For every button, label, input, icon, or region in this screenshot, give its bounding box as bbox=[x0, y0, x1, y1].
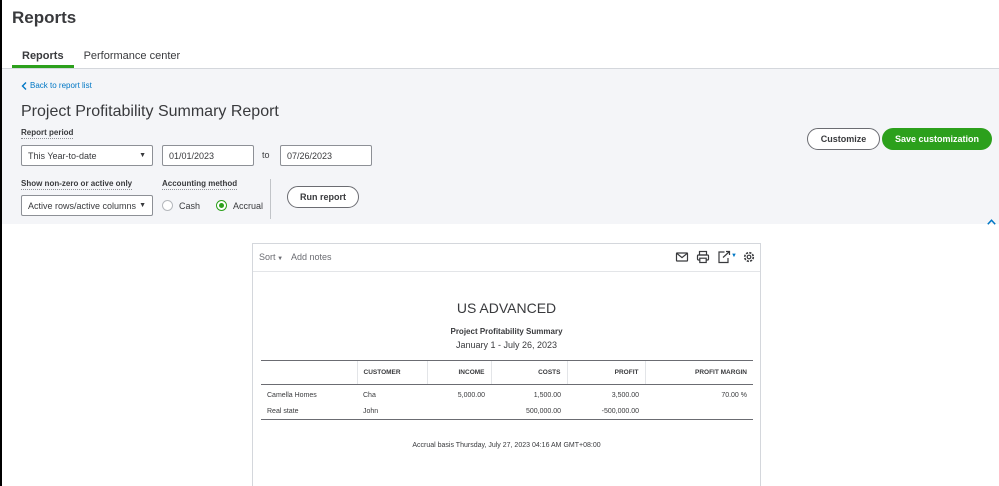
accrual-radio[interactable] bbox=[216, 200, 228, 211]
accounting-method-group: Cash Accrual bbox=[162, 200, 263, 211]
table-row: Real state John 500,000.00 -500,000.00 bbox=[261, 403, 753, 420]
table-header-row: CUSTOMER INCOME COSTS PROFIT PROFIT MARG… bbox=[261, 360, 753, 385]
caret-down-icon: ▼ bbox=[275, 256, 284, 262]
row-customer: John bbox=[357, 403, 427, 420]
column-header-profit[interactable]: PROFIT bbox=[566, 360, 645, 385]
column-header-income[interactable]: INCOME bbox=[426, 360, 491, 385]
caret-down-icon: ▼ bbox=[139, 202, 146, 209]
back-to-report-list-link[interactable]: Back to report list bbox=[21, 81, 92, 90]
chevron-up-icon bbox=[986, 219, 996, 225]
row-profit-margin: 70.00 % bbox=[721, 392, 747, 400]
column-header bbox=[261, 360, 357, 385]
table-row: Camella Homes Cha 5,000.00 1,500.00 3,50… bbox=[261, 385, 753, 404]
row-profit: 3,500.00 bbox=[611, 392, 639, 400]
sort-label: Sort bbox=[259, 252, 276, 262]
row-profit: -500,000.00 bbox=[567, 403, 645, 420]
report-card: Sort ▼ Add notes ▼ US ADVANCED Project P… bbox=[252, 243, 761, 486]
column-header-profit-margin[interactable]: PROFIT MARGIN bbox=[644, 360, 753, 385]
show-non-zero-label: Show non-zero or active only bbox=[21, 179, 133, 190]
chevron-left-icon bbox=[21, 81, 27, 90]
cash-radio-label: Cash bbox=[179, 200, 201, 211]
report-name: Project Profitability Summary bbox=[450, 327, 563, 336]
tab-performance-center[interactable]: Performance center bbox=[74, 44, 191, 68]
cash-radio[interactable] bbox=[162, 200, 173, 211]
start-date-input[interactable]: 01/01/2023 bbox=[162, 145, 254, 166]
save-customization-button[interactable]: Save customization bbox=[882, 128, 992, 150]
report-period-value: This Year-to-date bbox=[28, 150, 97, 161]
print-icon[interactable] bbox=[696, 250, 710, 264]
report-title: Project Profitability Summary Report bbox=[21, 103, 279, 120]
run-report-button[interactable]: Run report bbox=[287, 186, 359, 208]
export-icon[interactable] bbox=[717, 250, 731, 264]
date-to-label: to bbox=[262, 150, 270, 160]
end-date-input[interactable]: 07/26/2023 bbox=[280, 145, 372, 166]
company-name: US ADVANCED bbox=[456, 300, 557, 316]
collapse-panel-button[interactable] bbox=[984, 215, 998, 229]
customize-button[interactable]: Customize bbox=[807, 128, 880, 150]
caret-down-icon[interactable]: ▼ bbox=[731, 253, 737, 259]
back-link-label: Back to report list bbox=[30, 81, 92, 90]
filter-divider bbox=[270, 179, 271, 219]
add-notes-link[interactable]: Add notes bbox=[291, 252, 332, 262]
report-filter-panel: Back to report list Project Profitabilit… bbox=[2, 69, 999, 225]
row-customer: Cha bbox=[363, 392, 376, 400]
tab-bar: Reports Performance center bbox=[12, 44, 190, 68]
column-header-costs[interactable]: COSTS bbox=[490, 360, 567, 385]
row-project-name: Real state bbox=[261, 403, 357, 420]
row-income[interactable] bbox=[427, 403, 491, 420]
page-title: Reports bbox=[12, 8, 77, 27]
report-table: CUSTOMER INCOME COSTS PROFIT PROFIT MARG… bbox=[261, 360, 753, 420]
report-footer: Accrual basis Thursday, July 27, 2023 04… bbox=[412, 442, 601, 449]
show-rows-columns-value: Active rows/active columns bbox=[28, 200, 137, 211]
accounting-method-label: Accounting method bbox=[162, 179, 238, 190]
row-profit-margin bbox=[645, 403, 753, 420]
row-costs[interactable]: 1,500.00 bbox=[491, 385, 567, 404]
column-header-customer[interactable]: CUSTOMER bbox=[356, 360, 427, 385]
row-income[interactable]: 5,000.00 bbox=[427, 385, 491, 404]
tab-reports[interactable]: Reports bbox=[12, 44, 74, 68]
report-toolbar: Sort ▼ Add notes ▼ bbox=[253, 244, 760, 272]
email-icon[interactable] bbox=[675, 250, 689, 264]
row-project-name: Camella Homes bbox=[267, 392, 317, 400]
row-costs[interactable]: 500,000.00 bbox=[491, 403, 567, 420]
show-rows-columns-select[interactable]: Active rows/active columns ▼ bbox=[21, 195, 153, 216]
settings-icon[interactable] bbox=[742, 250, 756, 264]
report-date-range: January 1 - July 26, 2023 bbox=[455, 340, 558, 350]
page-header: Reports Reports Performance center bbox=[2, 0, 999, 68]
caret-down-icon: ▼ bbox=[139, 152, 146, 159]
sort-dropdown[interactable]: Sort ▼ bbox=[259, 252, 283, 262]
accrual-radio-label: Accrual bbox=[233, 200, 264, 211]
report-period-select[interactable]: This Year-to-date ▼ bbox=[21, 145, 153, 166]
report-period-label: Report period bbox=[21, 128, 74, 139]
